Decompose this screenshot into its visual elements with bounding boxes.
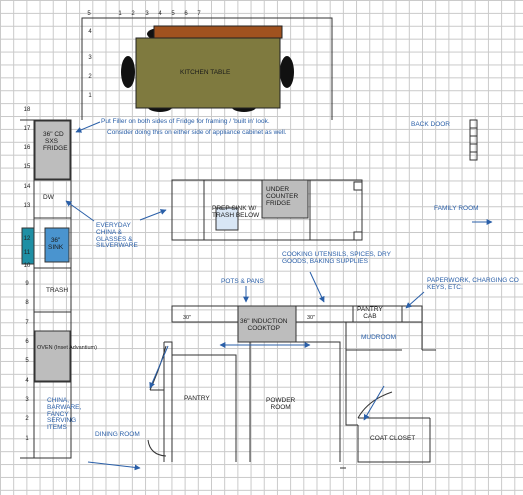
cooking-utensils-label: COOKING UTENSILS, SPICES, DRY GOODS, BAK…: [282, 251, 391, 266]
sink-window: [21, 227, 35, 265]
ruler-number: 6: [25, 339, 29, 345]
ruler-number: 14: [23, 184, 31, 190]
pantry-cab-label-line: CAB: [363, 312, 377, 320]
ruler-number: 10: [23, 263, 31, 269]
ruler-number: 3: [25, 397, 29, 403]
ruler-number: 16: [23, 145, 31, 151]
ruler-number: 2: [131, 11, 135, 17]
sink-label-line: SINK: [48, 243, 64, 251]
china-label: CHINA, BARWARE, FANCY SERVING ITEMS: [47, 397, 81, 432]
ruler-number: 1: [118, 11, 122, 17]
family-room-label: FAMILY ROOM: [434, 205, 479, 212]
ruler-number: 9: [25, 281, 29, 287]
island-post-bottom: [353, 231, 363, 241]
under-fridge-label: UNDER COUNTER FRIDGE: [266, 186, 298, 207]
trash-label: TRASH: [46, 287, 69, 294]
chair-left: [121, 56, 135, 88]
ruler-number: 13: [23, 203, 31, 209]
prep-sink-label: PREP SINK W/ TRASH BELOW: [212, 205, 260, 220]
sink-label: 36" SINK: [48, 237, 64, 252]
ruler-number: 1: [25, 436, 29, 442]
back-door-steps: [469, 119, 478, 161]
everyday-label: EVERYDAY CHINA & GLASSES & SILVERWARE: [96, 222, 138, 250]
annotation-arrows: [65, 121, 493, 471]
cooktop-label-line: COOKTOP: [247, 324, 280, 332]
ruler-number: 3: [145, 11, 149, 17]
ruler-number: 5: [25, 358, 29, 364]
paperwork-label: PAPERWORK, CHARGING CO KEYS, ETC.: [427, 277, 519, 292]
coat-closet-label: COAT CLOSET: [370, 435, 416, 442]
kitchen-table-label: KITCHEN TABLE: [180, 69, 231, 76]
fridge-label-line: FRIDGE: [43, 144, 68, 152]
pots-pans-label: POTS & PANS: [221, 278, 264, 285]
everyday-label-line: SILVERWARE: [96, 242, 138, 250]
ruler-number: 2: [25, 416, 29, 422]
dining-room-label: DINING ROOM: [95, 431, 140, 438]
dishwasher-label: DW: [43, 194, 54, 201]
prep-sink-label-line: TRASH BELOW: [212, 211, 260, 219]
pantry-cab-label: PANTRY CAB: [357, 306, 383, 321]
back-door-label: BACK DOOR: [411, 121, 451, 128]
filler-note-line-1: Put Filler on both sides of Fridge for f…: [101, 118, 270, 125]
pantry-label: PANTRY: [184, 395, 210, 402]
ruler-number: 8: [25, 300, 29, 306]
ruler-number: 1: [88, 93, 92, 99]
ruler-number: 17: [23, 126, 31, 132]
powder-room-label: POWDER ROOM: [266, 397, 295, 412]
ruler-number: 3: [88, 55, 92, 61]
ruler-number: 4: [88, 29, 92, 35]
mudroom-label: MUDROOM: [361, 334, 397, 341]
ruler-number: 15: [23, 164, 31, 170]
ruler-number: 18: [23, 107, 31, 113]
ruler-number: 7: [197, 11, 201, 17]
chair-right: [280, 56, 294, 88]
fridge-label: 36" CD SXS FRIDGE: [43, 131, 68, 152]
oven-label: OVEN (Inset Advantium): [37, 345, 97, 351]
cooktop-label: 36" INDUCTION COOKTOP: [240, 318, 287, 333]
width-30-right-label: 30": [307, 315, 316, 321]
paperwork-label-line: KEYS, ETC.: [427, 283, 463, 291]
powder-room-label-line: ROOM: [270, 403, 291, 411]
island-post-top: [353, 181, 363, 191]
cooktop-run: [171, 305, 436, 351]
ruler-number: 12: [23, 236, 31, 242]
oven: [34, 330, 71, 382]
cooking-utensils-label-line: GOODS, BAKING SUPPLIES: [282, 257, 368, 265]
kitchen-table-edge: [153, 25, 283, 39]
ruler-number: 5: [171, 11, 175, 17]
ruler-number: 5: [87, 11, 91, 17]
under-fridge-label-line: FRIDGE: [266, 199, 291, 207]
width-30-left-label: 30": [183, 315, 192, 321]
ruler-number: 6: [184, 11, 188, 17]
filler-note-line-2: Consider doing this on either side of ap…: [107, 129, 287, 136]
ruler-number: 4: [158, 11, 162, 17]
ruler-number: 7: [25, 320, 29, 326]
ruler-number: 11: [23, 250, 31, 256]
ruler-number: 4: [25, 378, 29, 384]
ruler-number: 2: [88, 74, 92, 80]
china-label-line: ITEMS: [47, 424, 67, 432]
